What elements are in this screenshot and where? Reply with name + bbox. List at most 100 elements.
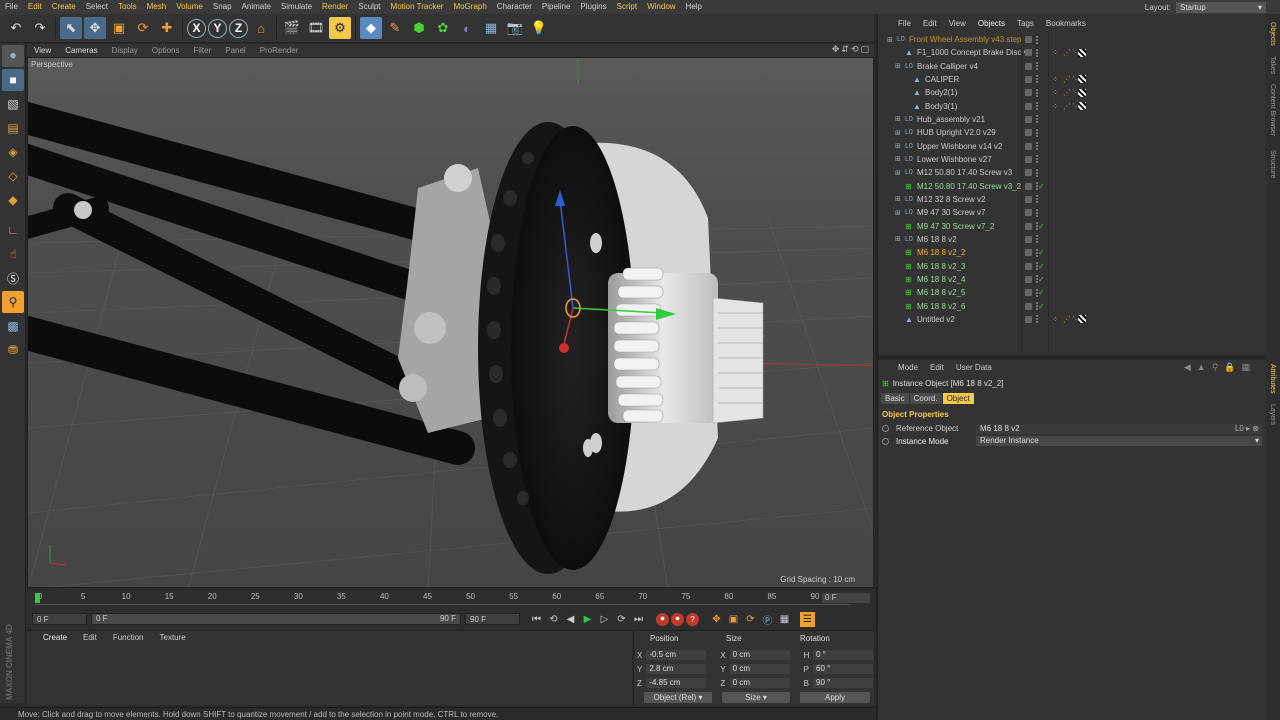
- attribute-nav-icons[interactable]: ◀▲⚲🔒▦: [1184, 362, 1256, 373]
- object-row[interactable]: ⊞ L0 Upper Wishbone v14 v2: [878, 140, 1264, 153]
- object-row[interactable]: ▲ F1_1000 Concept Brake Disc v7 ⁘ ⋰⋱: [878, 46, 1264, 59]
- position-field[interactable]: -4.85 cm: [646, 678, 707, 688]
- object-row[interactable]: ⊞ M6 18 8 v2_4 ✓: [878, 273, 1264, 286]
- workplane-icon[interactable]: ▤: [2, 117, 24, 139]
- menu-select[interactable]: Select: [81, 0, 113, 14]
- object-row[interactable]: ▲ Untitled v2 ⁘ ⋰⋱: [878, 313, 1264, 326]
- key-parameter-icon[interactable]: Ⓟ: [760, 612, 775, 627]
- viewport-menu-prorender[interactable]: ProRender: [253, 44, 306, 57]
- expand-icon[interactable]: ⊞: [895, 235, 901, 243]
- enabled-check-icon[interactable]: ✓: [1038, 275, 1045, 284]
- layout-select[interactable]: Startup ▾: [1176, 1, 1266, 13]
- layer-visibility-icon[interactable]: [1025, 62, 1032, 70]
- editor-render-visibility-icon[interactable]: [1036, 168, 1040, 177]
- editor-render-visibility-icon[interactable]: [1036, 142, 1040, 151]
- menu-plugins[interactable]: Plugins: [575, 0, 611, 14]
- object-menu-tags[interactable]: Tags: [1011, 17, 1040, 30]
- z-axis-lock-icon[interactable]: Z: [229, 18, 248, 38]
- object-menu-view[interactable]: View: [943, 17, 972, 30]
- editor-render-visibility-icon[interactable]: [1036, 62, 1040, 71]
- side-tab-layers[interactable]: Layers: [1269, 404, 1276, 425]
- menu-motion-tracker[interactable]: Motion Tracker: [386, 0, 449, 14]
- object-menu-file[interactable]: File: [892, 17, 917, 30]
- key-point-level-icon[interactable]: ▦: [777, 612, 792, 627]
- texture-mode-icon[interactable]: ▧: [2, 93, 24, 115]
- object-row[interactable]: ⊞ M12 50.80 17.40 Screw v3_2 ✓: [878, 180, 1264, 193]
- instance-mode-select[interactable]: Render Instance ▾: [976, 436, 1262, 446]
- material-menu-create[interactable]: Create: [35, 631, 75, 645]
- editor-render-visibility-icon[interactable]: [1036, 88, 1040, 97]
- floor-icon[interactable]: ▦: [480, 17, 502, 39]
- object-row[interactable]: ⊞ M6 18 8 v2_3 ✓: [878, 260, 1264, 273]
- polygons-mode-icon[interactable]: ◆: [2, 189, 24, 211]
- start-frame-field[interactable]: 0 F: [32, 613, 87, 625]
- viewport-menu-view[interactable]: View: [27, 44, 58, 57]
- object-row[interactable]: ⊞ M6 18 8 v2_2 ✓: [878, 246, 1264, 259]
- object-row[interactable]: ▲ Body3(1) ⁘ ⋰⋱: [878, 100, 1264, 113]
- panel-divider[interactable]: [878, 355, 1268, 360]
- soft-selection-icon[interactable]: ⚲: [2, 291, 24, 313]
- layer-visibility-icon[interactable]: [1025, 36, 1032, 43]
- menu-sculpt[interactable]: Sculpt: [353, 0, 385, 14]
- render-picture-viewer-icon[interactable]: 🎞: [305, 17, 327, 39]
- layer-visibility-icon[interactable]: [1025, 169, 1032, 177]
- scale-tool-icon[interactable]: ▣: [108, 17, 130, 39]
- layer-visibility-icon[interactable]: [1025, 209, 1032, 217]
- object-row[interactable]: ⊞ L0 M12 32 8 Screw v2: [878, 193, 1264, 206]
- material-tag-icon[interactable]: ⁘ ⋰⋱: [1052, 48, 1081, 57]
- light-icon[interactable]: 💡: [528, 17, 550, 39]
- editor-render-visibility-icon[interactable]: [1036, 235, 1040, 244]
- layer-visibility-icon[interactable]: [1025, 275, 1032, 283]
- side-tab-attributes[interactable]: Attributes: [1269, 364, 1276, 394]
- viewport-menu-cameras[interactable]: Cameras: [58, 44, 104, 57]
- menu-character[interactable]: Character: [492, 0, 537, 14]
- size-field[interactable]: 0 cm: [729, 650, 790, 660]
- material-menu-function[interactable]: Function: [105, 631, 152, 645]
- object-row[interactable]: ⊞ L0 Hub_assembly v21: [878, 113, 1264, 126]
- layer-visibility-icon[interactable]: [1025, 49, 1032, 57]
- object-row[interactable]: ⊞ L0 Lower Wishbone v27: [878, 153, 1264, 166]
- layer-visibility-icon[interactable]: [1025, 315, 1032, 323]
- menu-animate[interactable]: Animate: [237, 0, 276, 14]
- snapping-icon[interactable]: Ⓢ: [2, 267, 24, 289]
- layer-visibility-icon[interactable]: [1025, 302, 1032, 310]
- keyframe-selection-icon[interactable]: ?: [686, 612, 699, 626]
- x-axis-lock-icon[interactable]: X: [187, 18, 206, 38]
- object-row[interactable]: ⊞ L0 HUB Upright V2.0 v29: [878, 126, 1264, 139]
- coordinate-system-icon[interactable]: ⌂: [250, 17, 272, 39]
- menu-edit[interactable]: Edit: [23, 0, 47, 14]
- rotation-field[interactable]: 60 °: [813, 664, 873, 674]
- camera-icon[interactable]: 📷: [504, 17, 526, 39]
- expand-icon[interactable]: ⊞: [895, 115, 901, 123]
- object-menu-bookmarks[interactable]: Bookmarks: [1040, 17, 1092, 30]
- texture-tag-icon[interactable]: [1078, 48, 1086, 57]
- axis-mode-icon[interactable]: ∟: [2, 219, 24, 241]
- menu-render[interactable]: Render: [317, 0, 353, 14]
- editor-render-visibility-icon[interactable]: [1036, 115, 1040, 124]
- object-row[interactable]: ▲ Body2(1) ⁘ ⋰⋱: [878, 86, 1264, 99]
- rotation-field[interactable]: 90 °: [813, 678, 873, 688]
- position-field[interactable]: 2.8 cm: [646, 664, 707, 674]
- menu-volume[interactable]: Volume: [171, 0, 208, 14]
- editor-render-visibility-icon[interactable]: [1036, 35, 1040, 44]
- menu-help[interactable]: Help: [681, 0, 707, 14]
- animate-property-icon[interactable]: [882, 437, 889, 445]
- side-tab-takes[interactable]: Takes: [1269, 56, 1276, 74]
- enabled-check-icon[interactable]: ✓: [1038, 302, 1045, 311]
- side-tab-objects[interactable]: Objects: [1269, 22, 1276, 46]
- object-row[interactable]: ⊞ M9 47 30 Screw v7_2 ✓: [878, 220, 1264, 233]
- link-field-icons[interactable]: L0 ▸ ⊗: [1235, 424, 1259, 434]
- frame-range-slider[interactable]: 0 F 90 F: [91, 613, 461, 625]
- size-field[interactable]: 0 cm: [729, 678, 790, 688]
- expand-icon[interactable]: ⊞: [887, 36, 893, 44]
- layer-visibility-icon[interactable]: [1025, 235, 1032, 243]
- enabled-check-icon[interactable]: ✓: [1038, 288, 1045, 297]
- viewport-menu-filter[interactable]: Filter: [186, 44, 218, 57]
- expand-icon[interactable]: ⊞: [895, 155, 901, 163]
- rotate-tool-icon[interactable]: ⟳: [132, 17, 154, 39]
- play-forward-icon[interactable]: ▶: [580, 612, 595, 627]
- next-frame-icon[interactable]: ▷: [597, 612, 612, 627]
- layer-visibility-icon[interactable]: [1025, 155, 1032, 163]
- rotation-field[interactable]: 0 °: [813, 650, 873, 660]
- recent-tool-icon[interactable]: ✚: [156, 17, 178, 39]
